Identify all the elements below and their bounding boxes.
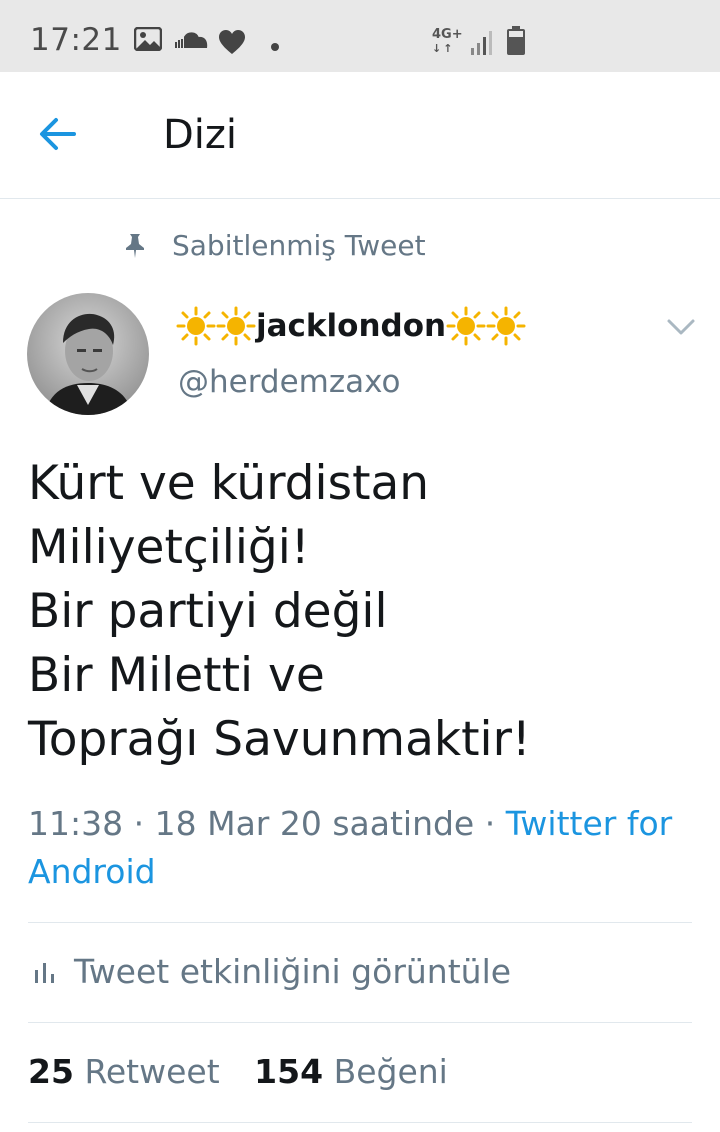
- user-handle[interactable]: @herdemzaxo: [178, 364, 401, 400]
- tweet-text: Kürt ve kürdistan Miliyetçiliği! Bir par…: [28, 452, 708, 772]
- meta-separator: ·: [484, 804, 496, 843]
- network-label: 4G+: [432, 27, 463, 42]
- retweet-count: 25: [28, 1052, 74, 1091]
- image-icon: [133, 26, 163, 55]
- display-name-text: jacklondon: [256, 308, 447, 344]
- retweets-stat[interactable]: 25 Retweet: [28, 1052, 220, 1091]
- like-label: Beğeni: [333, 1052, 448, 1091]
- chevron-down-icon: [667, 319, 695, 335]
- like-count: 154: [254, 1052, 324, 1091]
- divider: [28, 1122, 692, 1123]
- sun-emoji-icon: [446, 306, 486, 346]
- tweet-menu-button[interactable]: [664, 314, 698, 340]
- sun-emoji-icon: [486, 306, 526, 346]
- arrow-left-icon: [40, 118, 76, 150]
- tweet-text-line: Bir partiyi değil: [28, 584, 388, 639]
- retweet-label: Retweet: [84, 1052, 220, 1091]
- status-time: 17:21: [30, 22, 122, 58]
- page-title: Dizi: [163, 112, 238, 158]
- back-button[interactable]: [38, 116, 86, 156]
- source-text: Twitter for: [505, 804, 673, 843]
- cloud-icon: [174, 32, 208, 52]
- divider: [28, 922, 692, 923]
- pinned-label: Sabitlenmiş Tweet: [172, 229, 426, 262]
- heart-icon: [218, 29, 246, 59]
- app-header: Dizi: [0, 72, 720, 199]
- pin-icon: [124, 233, 146, 263]
- signal-icon: [470, 30, 496, 60]
- tweet-text-line: Bir Miletti ve: [28, 648, 325, 703]
- display-name[interactable]: jacklondon: [176, 306, 526, 346]
- sun-emoji-icon: [216, 306, 256, 346]
- source-text: Android: [28, 852, 156, 891]
- battery-icon: [506, 26, 526, 60]
- tweet-date: 18 Mar 20 saatinde: [154, 804, 475, 843]
- avatar[interactable]: [27, 293, 149, 415]
- tweet-text-line: Kürt ve kürdistan: [28, 456, 430, 511]
- dot-icon: [270, 37, 280, 56]
- likes-stat[interactable]: 154 Beğeni: [254, 1052, 448, 1091]
- tweet-time: 11:38: [28, 804, 124, 843]
- status-bar: 17:21 4G+ ↓↑: [0, 0, 720, 72]
- divider: [28, 1022, 692, 1023]
- bar-chart-icon: [34, 960, 56, 988]
- tweet-stats: 25 Retweet 154 Beğeni: [28, 1052, 472, 1091]
- tweet-text-line: Miliyetçiliği!: [28, 520, 310, 575]
- activity-label: Tweet etkinliğini görüntüle: [74, 952, 512, 991]
- network-type: 4G+ ↓↑: [432, 27, 463, 56]
- tweet-meta: 11:38 · 18 Mar 20 saatinde · Twitter for…: [28, 800, 688, 896]
- meta-separator: ·: [133, 804, 145, 843]
- sun-emoji-icon: [176, 306, 216, 346]
- tweet-text-line: Toprağı Savunmaktir!: [28, 712, 531, 767]
